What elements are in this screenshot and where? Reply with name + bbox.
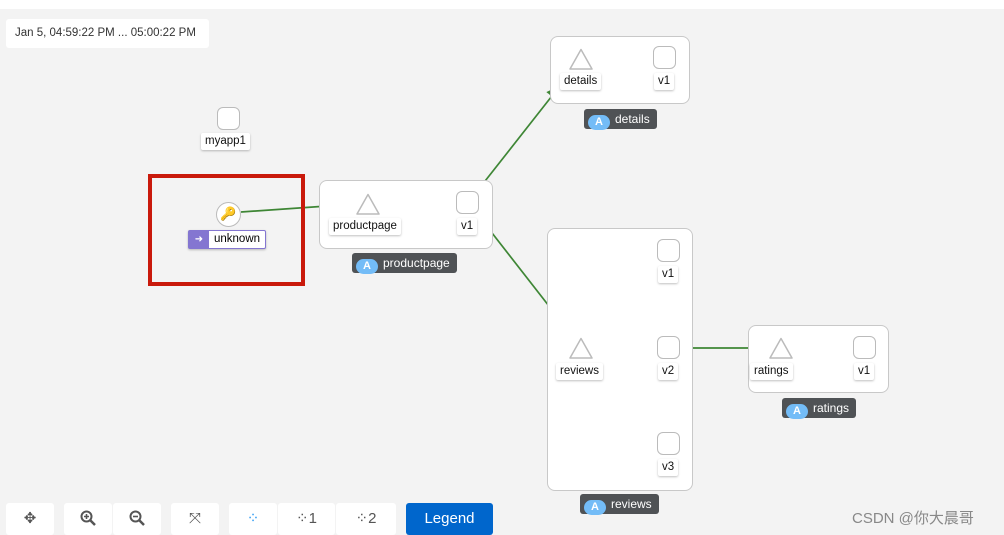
unknown-node[interactable]: 🔑 [216,202,241,227]
zoom-out-button[interactable] [113,503,161,535]
reviews-service-node[interactable] [569,337,593,359]
ratings-service-node[interactable] [769,337,793,359]
move-icon: ✥ [23,510,37,527]
reviews-v1-label: v1 [658,266,679,283]
productpage-v1-label: v1 [457,218,478,235]
ratings-v1-label: v1 [854,363,875,380]
layout-2-button[interactable]: ⁘2 [336,503,396,535]
legend-button[interactable]: Legend [406,503,493,535]
zoom-in-button[interactable] [64,503,112,535]
details-service-label: details [560,73,602,90]
ratings-service-label: ratings [750,363,793,380]
productpage-service-label: productpage [329,218,401,235]
reviews-v1-node[interactable] [657,239,680,262]
pan-button[interactable]: ✥ [6,503,54,535]
reviews-v3-node[interactable] [657,432,680,455]
myapp1-label: myapp1 [201,133,250,150]
reviews-v2-label: v2 [658,363,679,380]
fit-to-screen-button[interactable]: ⤧ [171,503,219,535]
key-icon: 🔑 [220,206,237,221]
zoom-in-icon [80,510,96,526]
layout-1-button[interactable]: ⁘1 [278,503,335,535]
details-v1-node[interactable] [653,46,676,69]
details-v1-label: v1 [654,73,675,90]
reviews-app-badge: Areviews [580,494,659,515]
topology-icon: ⁘ [355,510,369,527]
expand-icon: ⤧ [188,510,201,527]
topology-icon: ⁘ [296,510,309,527]
reviews-service-label: reviews [556,363,603,380]
details-service-node[interactable] [569,48,593,70]
reviews-v2-node[interactable] [657,336,680,359]
zoom-out-icon [129,510,145,526]
productpage-v1-node[interactable] [456,191,479,214]
ratings-v1-node[interactable] [853,336,876,359]
details-app-badge: Adetails [584,109,657,130]
watermark: CSDN @你大晨哥 [852,510,974,527]
topology-icon: ⁘ [246,510,260,527]
layout-default-button[interactable]: ⁘ [229,503,277,535]
edge-productpage-details [477,85,561,191]
productpage-service-node[interactable] [356,193,380,215]
reviews-v3-label: v3 [658,459,679,476]
myapp1-node[interactable] [217,107,240,130]
arrow-circle-icon: ➜ [189,231,209,248]
ratings-app-badge: Aratings [782,398,857,419]
unknown-label: ➜ unknown [188,230,267,249]
productpage-app-badge: Aproductpage [352,253,457,274]
